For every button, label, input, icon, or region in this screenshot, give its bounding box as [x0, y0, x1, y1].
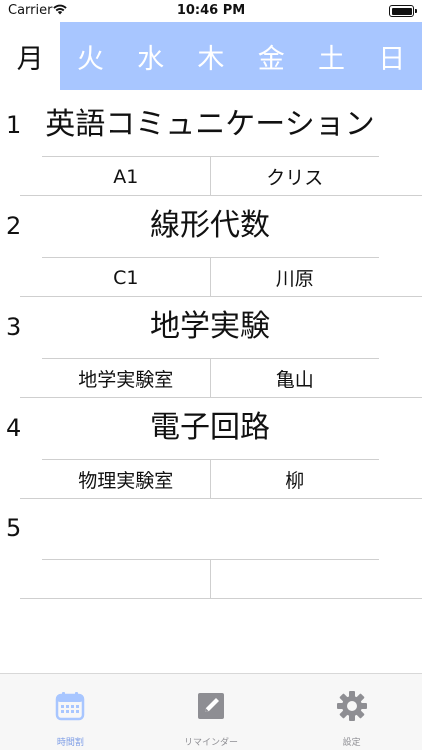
calendar-icon — [56, 692, 85, 721]
tab-label: リマインダー — [183, 738, 238, 748]
course-details: A1 クリス — [42, 156, 379, 196]
period-row[interactable]: 2 線形代数 C1 川原 — [0, 196, 422, 297]
course-details — [42, 559, 379, 599]
gear-icon — [336, 691, 367, 721]
period-number: 4 — [6, 414, 22, 442]
note-edit-icon — [197, 693, 224, 719]
classroom: 地学実験室 — [42, 359, 211, 398]
tab-day-tue[interactable]: 火 — [60, 22, 121, 90]
teacher: クリス — [266, 167, 324, 189]
tab-day-sun[interactable]: 日 — [361, 22, 422, 90]
course-details: C1 川原 — [42, 257, 379, 297]
tab-settings[interactable]: 設定 — [281, 674, 422, 750]
period-number: 5 — [6, 514, 22, 542]
period-number: 1 — [6, 111, 22, 139]
tab-reminder[interactable]: リマインダー — [141, 674, 282, 750]
status-bar: Carrier 10:46 PM — [0, 0, 422, 22]
teacher: 亀山 — [275, 369, 314, 391]
period-row[interactable]: 1 英語コミュニケーション A1 クリス — [0, 95, 422, 196]
period-row[interactable]: 4 電子回路 物理実験室 柳 — [0, 398, 422, 499]
course-title — [40, 508, 380, 548]
period-number: 3 — [6, 313, 22, 341]
tab-day-thu[interactable]: 木 — [180, 22, 242, 90]
tab-day-sat[interactable]: 土 — [301, 22, 362, 90]
teacher: 柳 — [285, 470, 305, 492]
tab-day-fri[interactable]: 金 — [241, 22, 302, 90]
tab-bar: 時間割 リマインダー 設定 — [0, 673, 422, 750]
teacher: 川原 — [275, 268, 314, 290]
clock: 10:46 PM — [176, 3, 246, 18]
row-divider — [20, 598, 422, 599]
tab-timetable[interactable]: 時間割 — [0, 674, 141, 750]
course-title: 地学実験 — [150, 309, 270, 344]
battery-icon — [389, 5, 417, 17]
period-number: 2 — [6, 212, 22, 240]
tab-label: 時間割 — [56, 738, 84, 748]
classroom — [42, 560, 211, 599]
period-row[interactable]: 5 — [0, 498, 422, 599]
course-details: 地学実験室 亀山 — [42, 358, 379, 398]
tab-day-mon[interactable]: 月 — [0, 22, 61, 90]
teacher — [211, 560, 380, 599]
classroom: 物理実験室 — [42, 460, 211, 499]
course-title: 英語コミュニケーション — [45, 107, 375, 142]
tab-label: 設定 — [342, 738, 361, 748]
course-title: 電子回路 — [150, 410, 270, 445]
course-title: 線形代数 — [150, 208, 270, 243]
classroom: C1 — [42, 258, 211, 297]
period-row[interactable]: 3 地学実験 地学実験室 亀山 — [0, 297, 422, 398]
classroom: A1 — [42, 157, 211, 196]
tab-day-wed[interactable]: 水 — [120, 22, 181, 90]
course-details: 物理実験室 柳 — [42, 459, 379, 499]
day-tabs: 月 火 水 木 金 土 日 — [0, 22, 422, 90]
